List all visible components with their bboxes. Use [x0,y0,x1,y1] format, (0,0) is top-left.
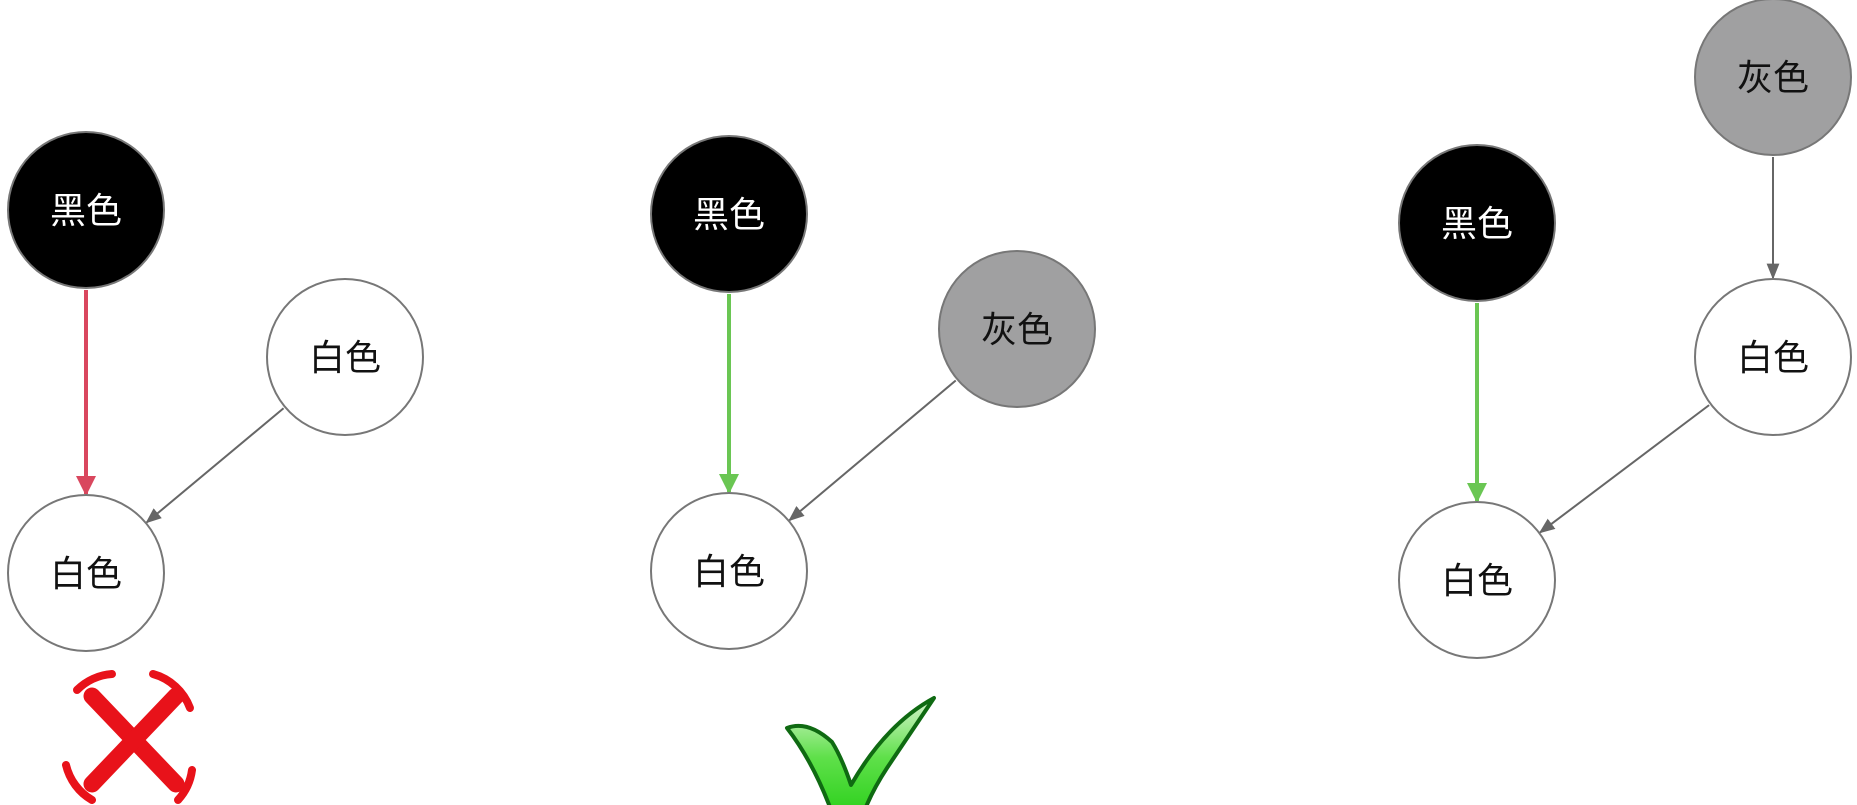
node-label: 白色 [309,338,381,379]
node-p2-gray-right: 灰色 [938,250,1096,408]
edge-p1-white-right-to-p1-white-bottom [145,407,285,524]
edge-p3-white-right-to-p3-white-bottom [1538,404,1710,534]
node-label: 白色 [1737,338,1809,379]
node-label: 黑色 [50,191,122,232]
node-label: 灰色 [1737,58,1809,99]
node-label: 白色 [693,552,765,593]
node-p2-black: 黑色 [650,135,808,293]
node-p1-white-right: 白色 [266,278,424,436]
node-label: 灰色 [981,310,1053,351]
node-label: 白色 [50,554,122,595]
node-p3-white-bottom: 白色 [1398,501,1556,659]
cross-icon [62,670,196,804]
node-p3-gray-top: 灰色 [1694,0,1852,156]
node-label: 黑色 [1441,204,1513,245]
verdicts-layer [62,670,936,805]
checkmark-icon [785,696,936,805]
diagram-stage: 黑色 白色 白色 黑色 灰色 白色 灰色 黑色 白色 白色 [0,0,1857,805]
node-label: 黑色 [693,195,765,236]
edge-p2-gray-right-to-p2-white-bottom [788,379,957,522]
nodes-layer: 黑色白色白色黑色灰色白色灰色黑色白色白色 [7,0,1852,659]
node-p1-white-bottom: 白色 [7,494,165,652]
node-p3-white-right: 白色 [1694,278,1852,436]
node-p3-black: 黑色 [1398,144,1556,302]
node-p1-black: 黑色 [7,131,165,289]
graph-coloring-diagram: 黑色白色白色黑色灰色白色灰色黑色白色白色 [7,0,1852,805]
node-p2-white-bottom: 白色 [650,492,808,650]
node-label: 白色 [1441,561,1513,602]
